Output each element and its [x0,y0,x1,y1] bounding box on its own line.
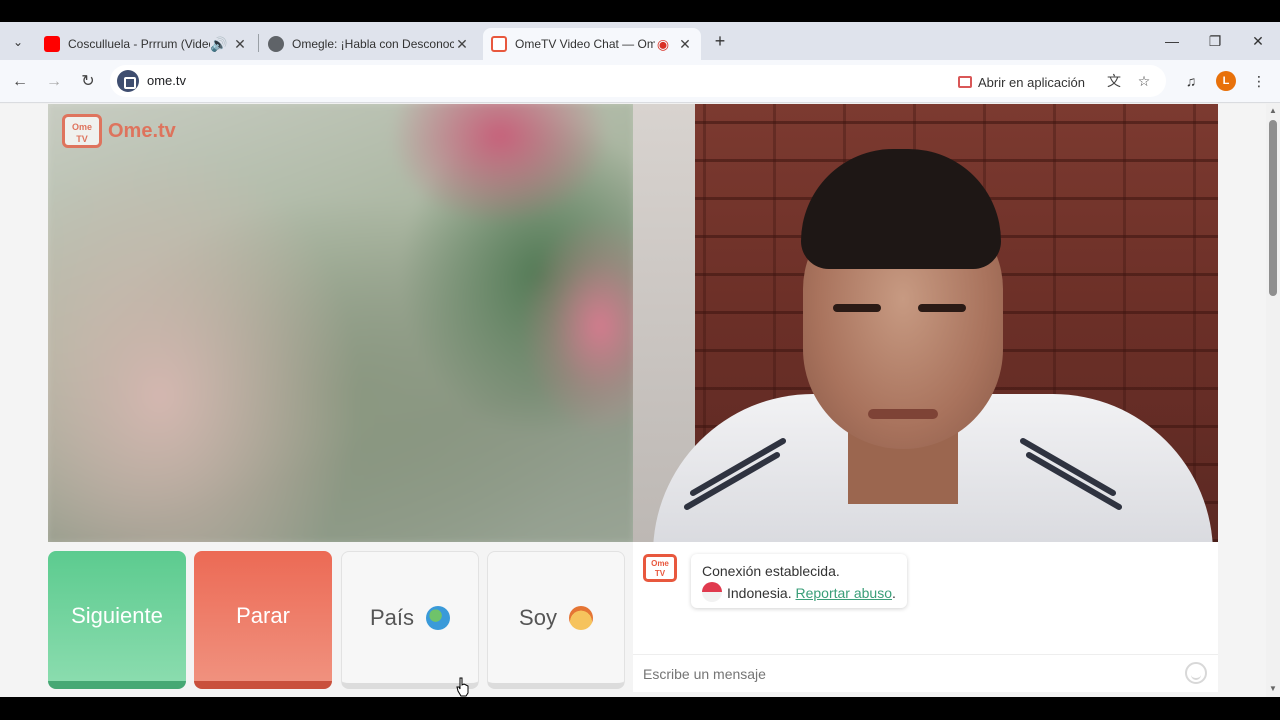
scroll-up-icon[interactable]: ▲ [1269,106,1277,115]
minimize-button[interactable]: — [1152,28,1192,54]
gender-label: Soy [519,604,557,630]
message-input[interactable] [643,663,1173,685]
open-in-app-label: Abrir en aplicación [978,74,1085,90]
translate-icon[interactable]: 文 [1105,72,1123,90]
boy-face-icon [568,605,593,630]
gender-button[interactable]: Soy [487,551,625,689]
person-mouth [868,409,938,419]
globe-icon [268,36,284,52]
partner-country-row: Indonesia. Reportar abuso. [702,582,896,604]
close-icon[interactable]: ✕ [232,36,248,53]
browser-toolbar: ← → ↻ ome.tv Abrir en aplicación 文 ☆ ♫ L… [0,60,1280,103]
scroll-down-icon[interactable]: ▼ [1269,684,1277,693]
logo-text: Ome.tv [108,119,176,142]
page-content: Ome TV Ome.tv Siguiente Parar País Soy O… [0,104,1280,697]
scrollbar[interactable]: ▲ ▼ [1266,104,1280,697]
profile-avatar[interactable]: L [1216,71,1236,91]
restore-button[interactable]: ❐ [1195,28,1235,54]
ometv-logo: Ome TV Ome.tv [62,114,176,148]
tab-search-icon[interactable]: ⌄ [8,32,28,52]
close-icon[interactable]: ✕ [677,36,693,53]
bookmark-star-icon[interactable]: ☆ [1135,72,1153,90]
connection-status: Conexión establecida. [702,563,840,579]
speaker-icon[interactable]: 🔊 [210,36,227,53]
person-brow [833,304,881,312]
report-suffix: . [892,585,896,601]
close-icon[interactable]: ✕ [454,36,470,53]
country-button[interactable]: País [341,551,479,689]
system-message: Conexión establecida. Indonesia. Reporta… [691,554,907,608]
tab-title: Omegle: ¡Habla con Desconocid [292,37,454,51]
new-tab-button[interactable]: + [709,30,731,52]
message-input-row [633,654,1218,692]
self-video [633,104,1218,542]
address-bar[interactable]: ome.tv Abrir en aplicación 文 ☆ [110,65,1166,97]
stop-button[interactable]: Parar [194,551,332,689]
url-text[interactable]: ome.tv [147,73,186,88]
tab-title: Cosculluela - Prrrum (Video [68,37,210,51]
youtube-icon [44,36,60,52]
close-window-button[interactable]: ✕ [1238,28,1278,54]
forward-button[interactable]: → [42,70,66,94]
globe-icon [426,605,451,630]
recording-icon: ◉ [656,35,670,52]
indonesia-flag-icon [702,582,722,602]
next-label: Siguiente [71,603,163,628]
browser-window: ⌄ Cosculluela - Prrrum (Video 🔊 ✕ Omegle… [0,22,1280,697]
emoji-icon[interactable] [1185,662,1207,684]
chat-panel: Ome TV Conexión establecida. Indonesia. R… [633,542,1218,692]
menu-icon[interactable]: ⋮ [1248,70,1270,92]
hand-cursor-icon [456,677,469,697]
stranger-video: Ome TV Ome.tv [48,104,633,542]
app-icon [958,76,972,88]
logo-badge: Ome TV [62,114,102,148]
partner-country: Indonesia. [727,585,792,601]
tab-title: OmeTV Video Chat — Ome [515,37,655,51]
tab-youtube[interactable]: Cosculluela - Prrrum (Video 🔊 ✕ [36,28,256,60]
ometv-icon [491,36,507,52]
reload-button[interactable]: ↻ [76,70,100,94]
person-brow [918,304,966,312]
blurred-video-feed [48,104,633,542]
stop-label: Parar [236,603,290,628]
tab-omegle[interactable]: Omegle: ¡Habla con Desconocid ✕ [260,28,478,60]
back-button[interactable]: ← [8,70,32,94]
next-button[interactable]: Siguiente [48,551,186,689]
scroll-thumb[interactable] [1269,120,1277,296]
person-hair [801,149,1001,269]
open-in-app-button[interactable]: Abrir en aplicación [958,72,1085,92]
country-label: País [369,604,415,630]
site-info-icon[interactable] [117,70,139,92]
tab-strip: ⌄ Cosculluela - Prrrum (Video 🔊 ✕ Omegle… [0,22,1280,60]
tab-separator [258,34,259,52]
tab-ometv[interactable]: OmeTV Video Chat — Ome ◉ ✕ [483,28,701,60]
media-control-icon[interactable]: ♫ [1180,70,1202,92]
chat-ometv-logo: Ome TV [643,554,677,582]
report-abuse-link[interactable]: Reportar abuso [796,585,893,601]
